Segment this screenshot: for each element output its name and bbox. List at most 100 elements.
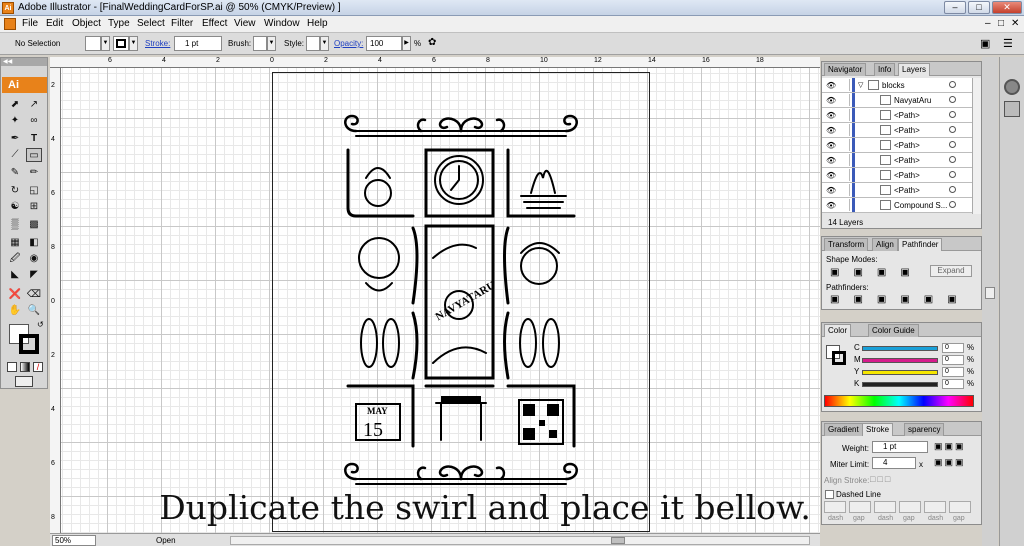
warp-tool-icon[interactable]: ☯ [7,200,23,214]
dashed-line-checkbox[interactable] [825,490,834,499]
align-stroke-buttons[interactable]: □□□ [870,474,892,484]
opacity-dropdown[interactable]: ▶ [402,36,411,51]
lock-toggle[interactable] [839,169,850,181]
graphic-styles-icon[interactable] [1004,101,1020,117]
dash-gap-input[interactable] [849,501,871,513]
layer-row[interactable]: 👁 <Path> [822,123,972,138]
panel-menu-icon[interactable]: ☰ [1003,37,1021,51]
visibility-eye-icon[interactable]: 👁 [826,126,836,135]
fill-dropdown[interactable]: ▼ [101,36,110,51]
color-mode-icon[interactable] [7,362,17,372]
live-paint-tool-icon[interactable]: ◣ [7,268,23,282]
blend-tool-icon[interactable]: ◉ [26,252,42,266]
line-tool-icon[interactable]: ⟋ [7,148,23,162]
visibility-eye-icon[interactable]: 👁 [826,111,836,120]
tab-stroke[interactable]: Stroke [862,423,894,436]
target-icon[interactable] [949,171,956,178]
tab-transparency[interactable]: sparency [904,423,945,436]
screen-mode-icon[interactable] [15,376,33,387]
visibility-eye-icon[interactable]: 👁 [826,201,836,210]
stroke-dropdown[interactable]: ▼ [129,36,138,51]
menu-type[interactable]: Type [108,18,130,29]
doc-minimize-icon[interactable]: – [985,18,991,29]
lock-toggle[interactable] [839,94,850,106]
channel-value[interactable]: 0 [942,343,964,353]
lock-toggle[interactable] [839,154,850,166]
symbol-sprayer-tool-icon[interactable]: ▒ [7,218,23,232]
visibility-eye-icon[interactable]: 👁 [826,186,836,195]
menu-edit[interactable]: Edit [46,18,63,29]
visibility-eye-icon[interactable]: 👁 [826,81,836,90]
menu-object[interactable]: Object [72,18,101,29]
menu-help[interactable]: Help [307,18,328,29]
menu-file[interactable]: File [22,18,38,29]
swap-colors-icon[interactable]: ↺ [37,320,44,329]
fill-swatch[interactable] [85,36,101,51]
tab-align[interactable]: Align [872,238,898,251]
tab-transform[interactable]: Transform [824,238,869,251]
stroke-label[interactable]: Stroke: [145,39,170,48]
selection-tool-icon[interactable]: ⬈ [7,98,23,112]
channel-slider[interactable] [862,370,938,375]
doc-restore-icon[interactable]: □ [998,18,1004,29]
style-dropdown[interactable]: ▼ [320,36,329,51]
document-canvas[interactable]: MAY 15 NAVYATARU [61,68,820,533]
appearance-icon[interactable] [1004,79,1020,95]
layer-row[interactable]: 👁 <Path> [822,138,972,153]
style-swatch[interactable] [306,36,320,51]
target-icon[interactable] [949,111,956,118]
scale-tool-icon[interactable]: ◱ [26,184,42,198]
tab-pathfinder[interactable]: Pathfinder [898,238,943,251]
menu-filter[interactable]: Filter [171,18,193,29]
horizontal-scrollbar[interactable] [230,536,810,545]
pencil-tool-icon[interactable]: ✏ [26,166,42,180]
zoom-level-field[interactable]: 50% [52,535,96,546]
stroke-color-box[interactable] [19,334,39,354]
menu-view[interactable]: View [234,18,256,29]
toolbox-collapse-icon[interactable]: ◀◀ [1,58,47,66]
gradient-mode-icon[interactable] [20,362,30,372]
free-transform-tool-icon[interactable]: ⊞ [26,200,42,214]
weight-input[interactable]: 1 pt [872,441,928,453]
layer-row[interactable]: 👁 <Path> [822,108,972,123]
mesh-tool-icon[interactable]: ▦ [7,236,23,250]
dash-gap-input[interactable] [924,501,946,513]
target-icon[interactable] [949,141,956,148]
expand-triangle-icon[interactable]: ▽ [858,81,863,89]
pen-tool-icon[interactable]: ✒ [7,132,23,146]
paintbrush-tool-icon[interactable]: ✎ [7,166,23,180]
cap-style-buttons[interactable]: ▣▣▣ [934,441,966,452]
layers-scrollbar[interactable] [972,78,981,214]
target-icon[interactable] [949,186,956,193]
opacity-label[interactable]: Opacity: [334,39,363,48]
channel-value[interactable]: 0 [942,379,964,389]
target-icon[interactable] [949,96,956,103]
lock-toggle[interactable] [839,184,850,196]
shape-mode-buttons[interactable]: ▣▣▣▣ [830,267,924,278]
gradient-tool-icon[interactable]: ◧ [26,236,42,250]
lock-toggle[interactable] [839,124,850,136]
workspace-icon[interactable]: ▣ [980,37,998,51]
opacity-input[interactable]: 100 [366,36,402,51]
target-icon[interactable] [949,156,956,163]
hand-tool-icon[interactable]: ✋ [7,304,23,318]
stroke-weight-input[interactable]: 1 pt [174,36,222,51]
visibility-eye-icon[interactable]: 👁 [826,141,836,150]
channel-value[interactable]: 0 [942,355,964,365]
minimize-icon[interactable]: – [944,1,966,14]
brush-swatch[interactable] [253,36,267,51]
layer-row[interactable]: 👁 <Path> [822,153,972,168]
layer-row[interactable]: 👁 ▽ blocks [822,78,972,93]
menu-select[interactable]: Select [137,18,165,29]
lock-toggle[interactable] [839,199,850,211]
none-mode-icon[interactable]: / [33,362,43,372]
tab-color[interactable]: Color [824,324,852,337]
color-stroke-swatch[interactable] [832,351,846,365]
tab-info[interactable]: Info [874,63,896,76]
miter-limit-input[interactable]: 4 [872,457,916,469]
menu-window[interactable]: Window [264,18,300,29]
dock-resize-handle[interactable] [985,287,995,299]
dash-gap-input[interactable] [874,501,896,513]
layer-row[interactable]: 👁 Compound S... [822,198,972,213]
dash-gap-input[interactable] [824,501,846,513]
